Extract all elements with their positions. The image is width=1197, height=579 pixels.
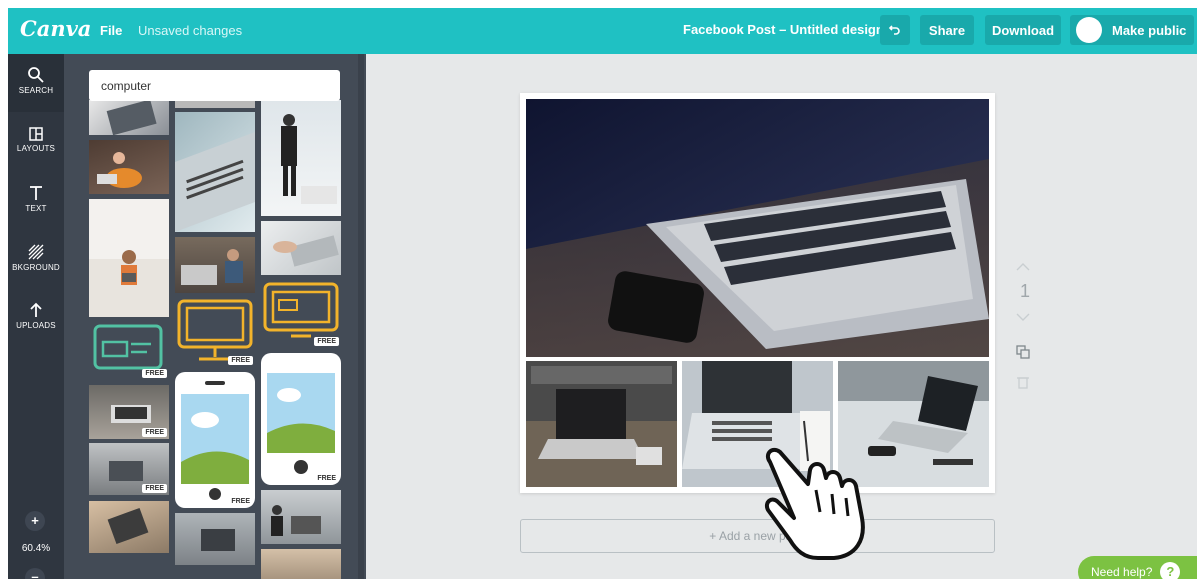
result-thumbnail[interactable]: FREE <box>261 280 341 348</box>
hands-tablet-photo <box>107 507 149 545</box>
layouts-icon <box>29 127 43 141</box>
rail-item-uploads[interactable]: UPLOADS <box>8 301 64 330</box>
result-thumbnail[interactable] <box>175 237 255 293</box>
phone-landscape-illustration <box>181 381 249 500</box>
document-title[interactable]: Facebook Post – Untitled design <box>683 22 884 37</box>
result-thumbnail[interactable]: FREE <box>89 443 169 495</box>
result-thumbnail[interactable] <box>261 221 341 275</box>
rail-lower-panel <box>8 112 64 579</box>
office-workers-photo <box>271 505 321 536</box>
rail-label-text: TEXT <box>25 204 47 213</box>
rail-label-background: BKGROUND <box>12 263 60 272</box>
delete-page-icon[interactable] <box>1015 374 1031 390</box>
result-thumbnail[interactable] <box>261 490 341 544</box>
free-badge: FREE <box>142 369 167 378</box>
hands-keyboard-photo <box>273 235 339 267</box>
need-help-label: Need help? <box>1091 565 1153 579</box>
panel-scrollbar[interactable] <box>358 54 364 579</box>
upload-icon <box>30 302 42 317</box>
result-thumbnail[interactable]: FREE <box>89 322 169 380</box>
hero-laptop-photo[interactable] <box>526 99 989 357</box>
result-thumbnail[interactable] <box>175 513 255 565</box>
businessman-photo <box>281 114 337 204</box>
rail-item-search[interactable]: SEARCH <box>8 66 64 95</box>
result-thumbnail[interactable] <box>89 140 169 194</box>
file-menu[interactable]: File <box>100 23 122 38</box>
desk-laptop-image <box>526 361 677 487</box>
result-thumbnail[interactable] <box>89 199 169 317</box>
canva-logo[interactable]: Canva <box>20 16 91 41</box>
text-icon <box>30 186 42 200</box>
free-badge: FREE <box>228 497 253 506</box>
duplicate-page-icon[interactable] <box>1015 344 1031 360</box>
free-badge: FREE <box>228 356 253 365</box>
need-help-button[interactable]: Need help? ? <box>1078 556 1197 579</box>
woman-laptop-photo <box>89 250 169 317</box>
result-thumbnail[interactable]: FREE <box>261 353 341 485</box>
meeting-photo <box>181 249 243 285</box>
free-badge: FREE <box>314 337 339 346</box>
rail-label-search: SEARCH <box>18 86 54 95</box>
download-button[interactable]: Download <box>985 15 1061 45</box>
undo-button[interactable] <box>880 15 910 45</box>
result-thumbnail[interactable]: FREE <box>175 297 255 367</box>
move-page-down-icon[interactable] <box>1015 312 1031 322</box>
desk-laptop-photo[interactable] <box>526 361 677 487</box>
search-input[interactable] <box>89 70 340 101</box>
hand-pointer-cursor <box>765 447 865 560</box>
result-thumbnail[interactable]: FREE <box>89 385 169 439</box>
free-badge: FREE <box>142 484 167 493</box>
laptop-photo <box>106 100 157 135</box>
result-thumbnail[interactable] <box>175 112 255 232</box>
toggle-knob <box>1076 17 1102 43</box>
keyboard-photo <box>175 132 255 232</box>
typing-photo <box>201 529 235 551</box>
result-thumbnail[interactable]: FREE <box>175 372 255 508</box>
search-results-panel: FREE FREE FREE FREE FREE FREE FREE <box>64 54 366 579</box>
design-page[interactable] <box>520 93 995 493</box>
result-thumbnail[interactable] <box>261 549 341 579</box>
rail-item-background[interactable]: BKGROUND <box>8 243 64 272</box>
result-thumbnail[interactable] <box>89 100 169 135</box>
save-status: Unsaved changes <box>138 23 243 38</box>
top-bar: Canva File Unsaved changes Facebook Post… <box>8 8 1197 54</box>
laptop-phone-image <box>526 99 989 357</box>
undo-icon <box>888 25 900 35</box>
move-page-up-icon[interactable] <box>1015 262 1031 272</box>
search-icon <box>28 67 44 83</box>
rail-item-text[interactable]: TEXT <box>8 184 64 213</box>
zoom-in-button[interactable]: + <box>25 511 45 531</box>
rail-item-layouts[interactable]: LAYOUTS <box>8 126 64 153</box>
help-icon: ? <box>1160 562 1181 579</box>
make-public-label: Make public <box>1112 22 1187 38</box>
rail-label-uploads: UPLOADS <box>16 321 56 330</box>
page-number: 1 <box>1020 281 1031 301</box>
free-badge: FREE <box>314 474 339 483</box>
result-thumbnail[interactable] <box>89 501 169 553</box>
person-photo <box>97 152 142 188</box>
make-public-toggle[interactable]: Make public <box>1070 15 1194 45</box>
zoom-level: 60.4% <box>21 543 51 554</box>
result-thumbnail[interactable] <box>261 100 341 216</box>
share-button[interactable]: Share <box>920 15 974 45</box>
background-icon <box>28 244 44 260</box>
result-thumbnail[interactable] <box>175 100 255 108</box>
free-badge: FREE <box>142 428 167 437</box>
phone-landscape-illustration <box>267 373 335 474</box>
rail-label-layouts: LAYOUTS <box>16 144 56 153</box>
